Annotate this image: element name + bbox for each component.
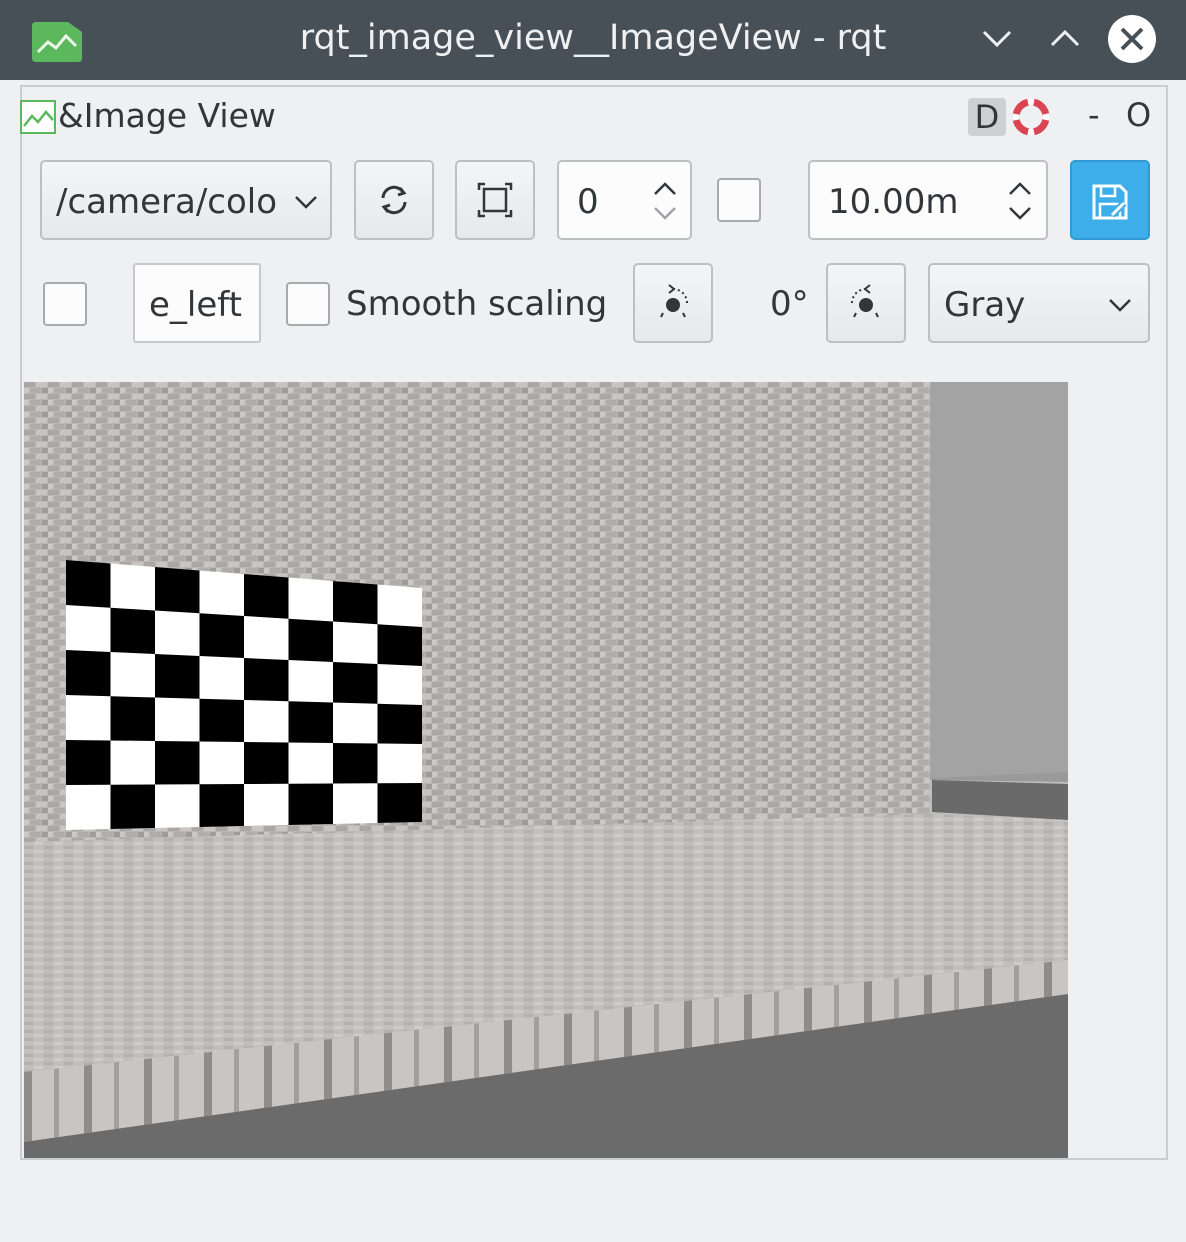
mouse-topic-value: e_left <box>149 285 242 325</box>
fit-window-button[interactable] <box>455 160 535 240</box>
dock-minimize-button[interactable]: - <box>1088 96 1100 134</box>
checker-square <box>333 662 378 704</box>
checker-square <box>155 741 200 785</box>
checker-square <box>110 784 155 829</box>
checker-square <box>66 560 111 608</box>
topic-combobox[interactable]: /camera/colo <box>40 160 332 240</box>
refresh-icon <box>381 185 407 215</box>
checker-square <box>288 618 333 662</box>
chevron-down-icon <box>295 196 317 209</box>
save-icon <box>1092 184 1128 220</box>
rotate-left-button[interactable] <box>633 263 713 343</box>
checkerboard <box>66 560 422 830</box>
image-view[interactable] <box>24 382 1068 1158</box>
duration-value: 10.00m <box>828 182 959 222</box>
checker-square <box>110 607 155 654</box>
color-scheme-value: Gray <box>944 285 1026 325</box>
checker-square <box>288 783 333 825</box>
checker-square <box>244 742 289 784</box>
checker-square <box>110 696 155 741</box>
image-icon <box>20 100 56 134</box>
plugin-title: &Image View <box>58 96 276 135</box>
smooth-scaling-checkbox[interactable] <box>286 282 330 326</box>
smooth-scaling-label: Smooth scaling <box>346 284 608 324</box>
checker-square <box>244 574 289 619</box>
close-button[interactable] <box>1107 14 1157 64</box>
rotate-right-icon <box>851 284 879 318</box>
fit-to-window-icon <box>477 182 513 218</box>
checker-square <box>155 567 200 614</box>
checker-square <box>377 624 422 666</box>
checker-square <box>199 613 244 658</box>
minimize-button[interactable] <box>972 14 1022 64</box>
checker-square <box>333 581 378 625</box>
dynamic-range-checkbox[interactable] <box>717 178 761 222</box>
rotate-right-button[interactable] <box>826 263 906 343</box>
refresh-button[interactable] <box>354 160 434 240</box>
checker-square <box>66 740 111 785</box>
help-icon[interactable] <box>1012 98 1050 136</box>
chevron-down-icon <box>1109 299 1131 312</box>
checker-square <box>377 703 422 744</box>
save-image-button[interactable] <box>1070 160 1150 240</box>
mouse-publish-checkbox[interactable] <box>43 282 87 326</box>
window-titlebar[interactable]: rqt_image_view__ImageView - rqt <box>0 0 1186 80</box>
dock-debug-button[interactable]: D <box>968 98 1006 136</box>
number-spinbox[interactable]: 0 <box>557 160 692 240</box>
duration-spinbox[interactable]: 10.00m <box>808 160 1048 240</box>
topic-value: /camera/colo <box>56 182 278 222</box>
camera-image[interactable] <box>24 382 1068 1158</box>
checker-square <box>199 784 244 827</box>
number-value: 0 <box>577 182 599 222</box>
checker-square <box>288 701 333 743</box>
checker-square <box>377 783 422 823</box>
checker-square <box>244 658 289 702</box>
checker-square <box>199 698 244 742</box>
checker-square <box>155 654 200 699</box>
dock-close-button[interactable]: O <box>1126 96 1151 134</box>
maximize-button[interactable] <box>1040 14 1090 64</box>
color-scheme-combobox[interactable]: Gray <box>928 263 1150 343</box>
rotate-left-icon <box>660 284 688 318</box>
checker-square <box>333 743 378 784</box>
mouse-topic-field[interactable]: e_left <box>133 263 261 343</box>
spin-arrows-icon[interactable] <box>647 176 683 226</box>
rotation-value: 0° <box>770 284 809 324</box>
checker-square <box>66 650 111 697</box>
spin-arrows-icon[interactable] <box>1002 176 1038 226</box>
